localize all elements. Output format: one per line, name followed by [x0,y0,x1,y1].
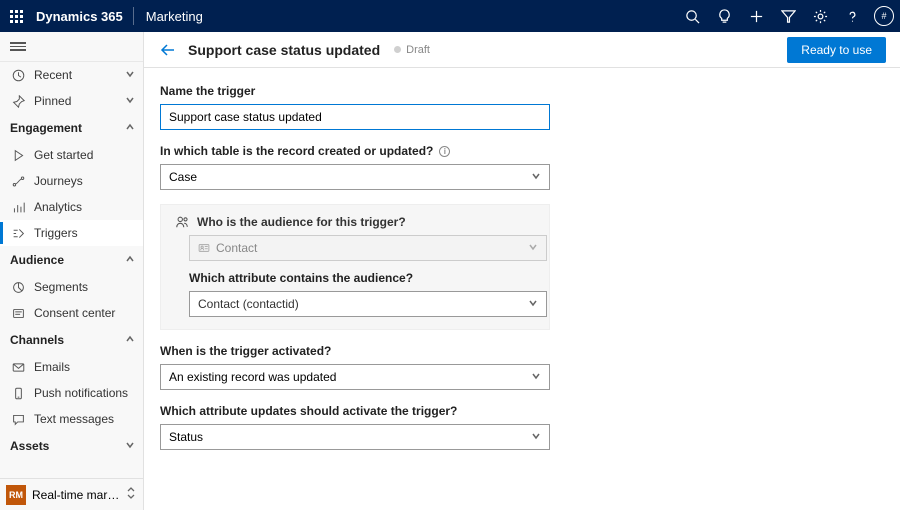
sidebar-item-emails[interactable]: Emails [0,354,143,380]
sidebar-item-label: Push notifications [34,386,128,400]
chevron-down-icon [125,68,135,82]
sidebar-item-label: Analytics [34,200,82,214]
sidebar-item-label: Text messages [34,412,114,426]
sidebar-item-analytics[interactable]: Analytics [0,194,143,220]
table-label: In which table is the record created or … [160,144,884,158]
sidebar-item-label: Consent center [34,306,115,320]
chevron-down-icon [528,297,538,311]
journey-icon [10,175,26,188]
add-icon[interactable] [740,0,772,32]
chevron-up-icon [125,253,135,267]
brand-label: Dynamics 365 [32,9,133,24]
settings-icon[interactable] [804,0,836,32]
command-bar: Support case status updated Draft Ready … [144,32,900,68]
area-label: Real-time marketi… [32,488,125,502]
when-select[interactable]: An existing record was updated [160,364,550,390]
segments-icon [10,281,26,294]
sidebar-item-push[interactable]: Push notifications [0,380,143,406]
status-badge: Draft [394,44,430,56]
when-label: When is the trigger activated? [160,344,884,358]
sidebar-item-pinned[interactable]: Pinned [0,88,143,114]
play-icon [10,149,26,162]
chevron-down-icon [531,370,541,384]
contact-card-icon [198,242,210,254]
analytics-icon [10,201,26,214]
chevron-down-icon [531,430,541,444]
chevron-down-icon [125,439,135,453]
sidebar-item-segments[interactable]: Segments [0,274,143,300]
app-launcher-icon[interactable] [0,0,32,32]
consent-icon [10,307,26,320]
info-icon[interactable]: i [439,146,450,157]
area-switcher[interactable]: RM Real-time marketi… [0,478,143,510]
which-attr-select[interactable]: Status [160,424,550,450]
page-title: Support case status updated [188,42,380,58]
sidebar-item-recent[interactable]: Recent [0,62,143,88]
user-avatar[interactable]: # [868,0,900,32]
sms-icon [10,413,26,426]
push-icon [10,387,26,400]
sidebar-item-label: Triggers [34,226,78,240]
back-button[interactable] [158,40,178,60]
search-icon[interactable] [676,0,708,32]
audience-entity-select: Contact [189,235,547,261]
filter-icon[interactable] [772,0,804,32]
table-select[interactable]: Case [160,164,550,190]
trigger-icon [10,227,26,240]
top-nav: Dynamics 365 Marketing # [0,0,900,32]
updown-icon [125,487,137,502]
sidebar-item-get-started[interactable]: Get started [0,142,143,168]
app-name-label: Marketing [134,9,215,24]
chevron-up-icon [125,121,135,135]
area-badge: RM [6,485,26,505]
audience-attr-label: Which attribute contains the audience? [171,271,539,285]
sidebar-item-label: Recent [34,68,72,82]
chevron-down-icon [125,94,135,108]
trigger-name-input[interactable] [160,104,550,130]
sidebar-section-channels[interactable]: Channels [0,326,143,354]
sidebar-section-audience[interactable]: Audience [0,246,143,274]
chevron-down-icon [531,170,541,184]
audience-attr-select[interactable]: Contact (contactid) [189,291,547,317]
sidebar-section-engagement[interactable]: Engagement [0,114,143,142]
sidebar-item-triggers[interactable]: Triggers [0,220,143,246]
chevron-up-icon [125,333,135,347]
sidebar-item-label: Journeys [34,174,83,188]
audience-panel: Who is the audience for this trigger? Co… [160,204,550,330]
sidebar-item-text-messages[interactable]: Text messages [0,406,143,432]
email-icon [10,361,26,374]
sidebar-item-consent-center[interactable]: Consent center [0,300,143,326]
sidebar-item-label: Get started [34,148,93,162]
ready-to-use-button[interactable]: Ready to use [787,37,886,63]
hamburger-icon[interactable] [10,40,26,53]
sidebar-item-label: Pinned [34,94,71,108]
sidebar-item-label: Segments [34,280,88,294]
sidebar-item-label: Emails [34,360,70,374]
clock-icon [10,69,26,82]
audience-title: Who is the audience for this trigger? [171,215,539,229]
help-icon[interactable] [836,0,868,32]
pin-icon [10,95,26,108]
sidebar-item-journeys[interactable]: Journeys [0,168,143,194]
sidebar-section-assets[interactable]: Assets [0,432,143,460]
sidebar: Recent Pinned Engagement Get started Jou… [0,32,144,510]
which-attr-label: Which attribute updates should activate … [160,404,884,418]
name-trigger-label: Name the trigger [160,84,884,98]
lightbulb-icon[interactable] [708,0,740,32]
